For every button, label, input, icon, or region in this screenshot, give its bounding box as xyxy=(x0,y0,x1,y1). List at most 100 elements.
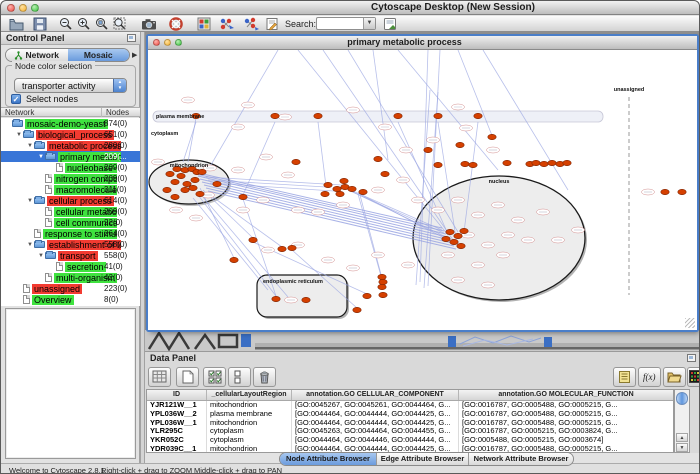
column-header-id[interactable]: ID xyxy=(147,390,207,400)
table-cell[interactable]: mitochondrion xyxy=(207,445,292,453)
graph-node[interactable] xyxy=(454,233,462,238)
scroll-up-icon[interactable]: ▲ xyxy=(676,433,688,442)
node-color-dropdown[interactable]: transporter activity ▲▼ xyxy=(14,78,127,93)
tree-row-macromolecule[interactable]: macromolecule311(0) xyxy=(1,184,140,195)
tree-row-primary-metabo[interactable]: ▼primary metabo209(... xyxy=(1,151,140,162)
color-mapper-icon[interactable] xyxy=(687,367,700,387)
table-cell[interactable]: YPL036W__1 xyxy=(147,419,207,428)
scroll-down-icon[interactable]: ▼ xyxy=(676,443,688,452)
scrollbar-thumb[interactable] xyxy=(676,392,688,405)
graph-edge[interactable] xyxy=(208,50,278,170)
graph-node[interactable] xyxy=(474,113,482,118)
tree-row-nitrogen-compo[interactable]: nitrogen compo209(0) xyxy=(1,173,140,184)
graph-node[interactable] xyxy=(181,187,189,192)
table-row-ylr295c[interactable]: YLR295Ccytoplasm[GO:0045263, GO:0044464,… xyxy=(147,427,673,436)
expand-triangle-icon[interactable]: ▼ xyxy=(15,132,23,138)
view-minimize-button[interactable] xyxy=(164,39,171,46)
graph-node[interactable] xyxy=(461,161,469,166)
birds-eye-view[interactable] xyxy=(5,308,136,459)
graph-node[interactable] xyxy=(434,162,442,167)
unselect-all-attributes-icon[interactable] xyxy=(228,367,251,387)
new-attribute-icon[interactable] xyxy=(176,367,199,387)
select-all-attributes-icon[interactable] xyxy=(203,367,226,387)
tree-column-headers[interactable]: Network Nodes xyxy=(1,107,140,117)
graph-node[interactable] xyxy=(548,160,556,165)
graph-node[interactable] xyxy=(353,307,361,312)
graph-node[interactable] xyxy=(230,257,238,262)
save-session-icon[interactable] xyxy=(33,17,49,31)
search-options-icon[interactable] xyxy=(383,17,399,31)
float-panel-icon[interactable] xyxy=(127,34,136,42)
graph-node[interactable] xyxy=(363,293,371,298)
tree-row-secretion[interactable]: secretion41(0) xyxy=(1,261,140,272)
graph-node[interactable] xyxy=(239,194,247,199)
table-cell[interactable]: [GO:0044464, GO:0044444, GO:0044425, G..… xyxy=(292,410,459,419)
graph-edge[interactable] xyxy=(183,122,196,162)
graph-node[interactable] xyxy=(394,113,402,118)
graph-node[interactable] xyxy=(333,186,341,191)
table-cell[interactable]: YPL036W__2 xyxy=(147,410,207,419)
graph-edge[interactable] xyxy=(458,50,493,138)
graph-node[interactable] xyxy=(532,160,540,165)
table-cell[interactable]: [GO:0045267, GO:0045261, GO:0044464, G..… xyxy=(292,401,459,410)
graph-node[interactable] xyxy=(171,194,179,199)
graph-node[interactable] xyxy=(302,297,310,302)
tree-row-response-to-stimulu[interactable]: response to stimulu264(0) xyxy=(1,228,140,239)
graph-edge[interactable] xyxy=(200,179,448,237)
table-row-ypl036w-1[interactable]: YPL036W__1mitochondrion[GO:0044464, GO:0… xyxy=(147,419,673,428)
table-cell[interactable]: mitochondrion xyxy=(207,401,292,410)
graph-node[interactable] xyxy=(488,134,496,139)
expand-triangle-icon[interactable]: ▼ xyxy=(37,154,45,160)
search-dropdown-arrow-icon[interactable]: ▼ xyxy=(363,18,375,29)
attribute-editor-icon[interactable] xyxy=(613,367,636,387)
table-cell[interactable]: [GO:0005488, GO:0005215, GO:0003674] xyxy=(459,436,674,445)
tree-row-unassigned[interactable]: unassigned223(0) xyxy=(1,283,140,294)
annotation-icon[interactable] xyxy=(265,17,281,31)
expand-triangle-icon[interactable]: ▼ xyxy=(26,242,34,248)
graph-node[interactable] xyxy=(191,177,199,182)
window-titlebar[interactable]: Cytoscape Desktop (New Session) xyxy=(1,1,699,15)
table-cell[interactable]: cytoplasm xyxy=(207,427,292,436)
zoom-selected-region-icon[interactable] xyxy=(95,17,111,31)
zoom-in-icon[interactable] xyxy=(77,17,93,31)
column-header-annotation-go-molecular-function[interactable]: annotation.GO MOLECULAR_FUNCTION xyxy=(459,390,674,400)
table-scrollbar[interactable]: ▲ ▼ xyxy=(674,389,690,453)
function-builder-icon[interactable]: f(x) xyxy=(638,367,661,387)
table-cell[interactable]: [GO:0044464, GO:0044446, GO:0044444, G..… xyxy=(292,436,459,445)
expand-triangle-icon[interactable]: ▼ xyxy=(37,253,45,259)
graph-node[interactable] xyxy=(213,181,221,186)
region-plasma-membrane[interactable] xyxy=(153,111,603,122)
table-cell[interactable]: [GO:0044464, GO:0044444, GO:0044425, G..… xyxy=(292,419,459,428)
close-button[interactable] xyxy=(7,4,15,12)
tab-network-attribute-browser[interactable]: Network Attribute Browser xyxy=(469,453,573,465)
tree-row-establishment-of-lo[interactable]: ▼establishment of lo558(0) xyxy=(1,239,140,250)
network-view-window[interactable]: primary metabolic process plasma membran… xyxy=(148,36,697,330)
tree-row-mosaic-demo-yeast[interactable]: mosaic-demo-yeast874(0) xyxy=(1,118,140,129)
graph-node[interactable] xyxy=(678,189,686,194)
network-view-titlebar[interactable]: primary metabolic process xyxy=(148,36,697,50)
tree-row-multi-organism-pro[interactable]: multi-organism pro42(0) xyxy=(1,272,140,283)
tree-row-metabolic-process[interactable]: ▼metabolic process280(0) xyxy=(1,140,140,151)
network-canvas[interactable]: plasma membranecytoplasmmitochondrionnuc… xyxy=(148,50,697,330)
tree-row-cellular-metabo[interactable]: cellular metabo209(0) xyxy=(1,206,140,217)
graph-node[interactable] xyxy=(424,147,432,152)
first-neighbors-icon[interactable] xyxy=(243,17,259,31)
graph-node[interactable] xyxy=(278,246,286,251)
table-row-yjr121w-1[interactable]: YJR121W__1mitochondrion[GO:0045267, GO:0… xyxy=(147,401,673,410)
tab-network[interactable]: Network xyxy=(6,49,68,61)
tab-node-attribute-browser[interactable]: Node Attribute Browser xyxy=(280,453,377,465)
select-attributes-icon[interactable] xyxy=(148,367,171,387)
graph-node[interactable] xyxy=(348,186,356,191)
hide-selected-nodes-icon[interactable] xyxy=(219,17,235,31)
graph-edge[interactable] xyxy=(373,50,388,160)
zoom-window-button[interactable] xyxy=(31,4,39,12)
graph-node[interactable] xyxy=(292,159,300,164)
graph-node[interactable] xyxy=(374,156,382,161)
graph-node[interactable] xyxy=(166,171,174,176)
table-cell[interactable]: [GO:0016787, GO:0005488, GO:0005215, G..… xyxy=(459,401,674,410)
import-attributes-icon[interactable] xyxy=(663,367,686,387)
graph-node[interactable] xyxy=(198,169,206,174)
expand-triangle-icon[interactable]: ▼ xyxy=(26,198,34,204)
view-zoom-button[interactable] xyxy=(175,39,182,46)
graph-node[interactable] xyxy=(457,243,465,248)
